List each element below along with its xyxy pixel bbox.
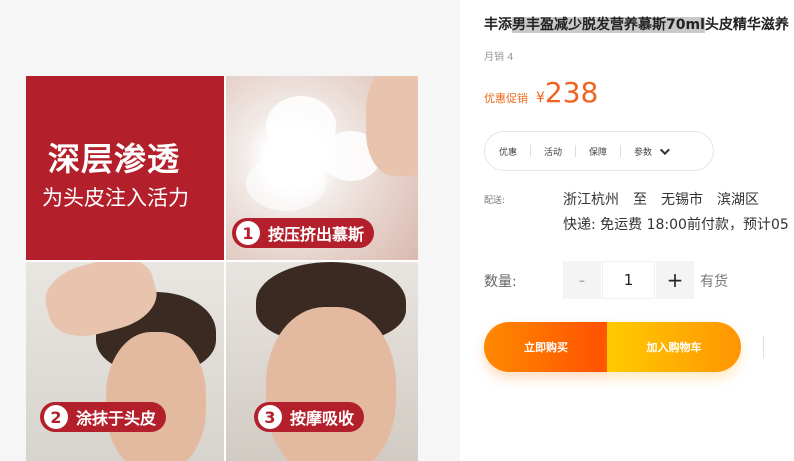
divider: [575, 145, 577, 157]
shipping-label: 配送:: [484, 196, 506, 206]
shipping-route: 浙江杭州至无锡市 滨湖区: [563, 189, 773, 209]
title-prefix: 丰添: [484, 17, 512, 33]
step-3-image: 3 按摩吸收: [226, 262, 418, 461]
step-2-label: 2 涂抹于头皮: [40, 402, 167, 432]
stock-status: 有货: [700, 274, 728, 290]
currency-symbol: ¥: [536, 90, 545, 106]
step-2-image: 2 涂抹于头皮: [26, 262, 224, 461]
step-text: 涂抹于头皮: [76, 409, 157, 428]
buy-now-button[interactable]: 立即购买: [484, 322, 608, 372]
promo-label: 优惠促销: [484, 92, 528, 105]
divider: [620, 145, 622, 157]
title-suffix: 头皮精华滋养: [704, 17, 789, 33]
quantity-increase-button[interactable]: +: [656, 261, 694, 299]
image-headline: 深层渗透: [48, 140, 181, 178]
step-number: 1: [236, 221, 260, 245]
face-shape: [266, 307, 396, 461]
quantity-decrease-button[interactable]: -: [563, 261, 601, 299]
service-tabs: 优惠 活动 保障 参数: [484, 131, 714, 171]
chevron-down-icon: [660, 144, 670, 155]
shipping-delivery-info: 快递: 免运费 18:00前付款，预计05: [563, 217, 789, 233]
step-text: 按摩吸收: [290, 409, 355, 428]
title-highlight: 男丰盈减少脱发营养慕斯70ml: [512, 17, 705, 33]
headline-panel: 深层渗透 为头皮注入活力: [26, 76, 224, 260]
step-1-label: 1 按压挤出慕斯: [232, 218, 375, 248]
add-to-cart-button[interactable]: 加入购物车: [607, 322, 741, 372]
tab-discount[interactable]: 优惠: [499, 145, 517, 158]
step-number: 3: [258, 405, 282, 429]
product-title: 丰添男丰盈减少脱发营养慕斯70ml头皮精华滋养: [484, 14, 789, 34]
product-main-image[interactable]: 深层渗透 为头皮注入活力 1 按压挤出慕斯 2 涂抹于头皮 3 按摩吸收: [26, 76, 418, 461]
ship-to-word: 至: [633, 192, 647, 208]
ship-district[interactable]: 滨湖区: [717, 192, 759, 208]
tab-guarantee[interactable]: 保障: [589, 145, 607, 158]
face-shape: [106, 332, 206, 461]
step-number: 2: [44, 405, 68, 429]
step-1-image: 1 按压挤出慕斯: [226, 76, 418, 260]
ship-from: 浙江杭州: [563, 192, 619, 208]
step-text: 按压挤出慕斯: [268, 225, 365, 244]
tab-params[interactable]: 参数: [634, 144, 670, 158]
image-subheadline: 为头皮注入活力: [42, 186, 189, 210]
tab-params-label: 参数: [634, 147, 653, 158]
quantity-label: 数量:: [484, 274, 517, 290]
step-3-label: 3 按摩吸收: [254, 402, 365, 432]
tab-activity[interactable]: 活动: [544, 145, 562, 158]
foam-shape: [246, 156, 326, 211]
hand-shape: [366, 76, 418, 176]
price-value: 238: [544, 76, 599, 109]
price: ¥238: [536, 76, 598, 109]
quantity-input[interactable]: 1: [602, 261, 655, 299]
ship-city[interactable]: 无锡市: [661, 192, 703, 208]
monthly-sales: 月销 4: [484, 52, 514, 63]
divider: [763, 336, 764, 358]
product-image-gallery: 深层渗透 为头皮注入活力 1 按压挤出慕斯 2 涂抹于头皮 3 按摩吸收: [0, 0, 460, 461]
divider: [530, 145, 532, 157]
